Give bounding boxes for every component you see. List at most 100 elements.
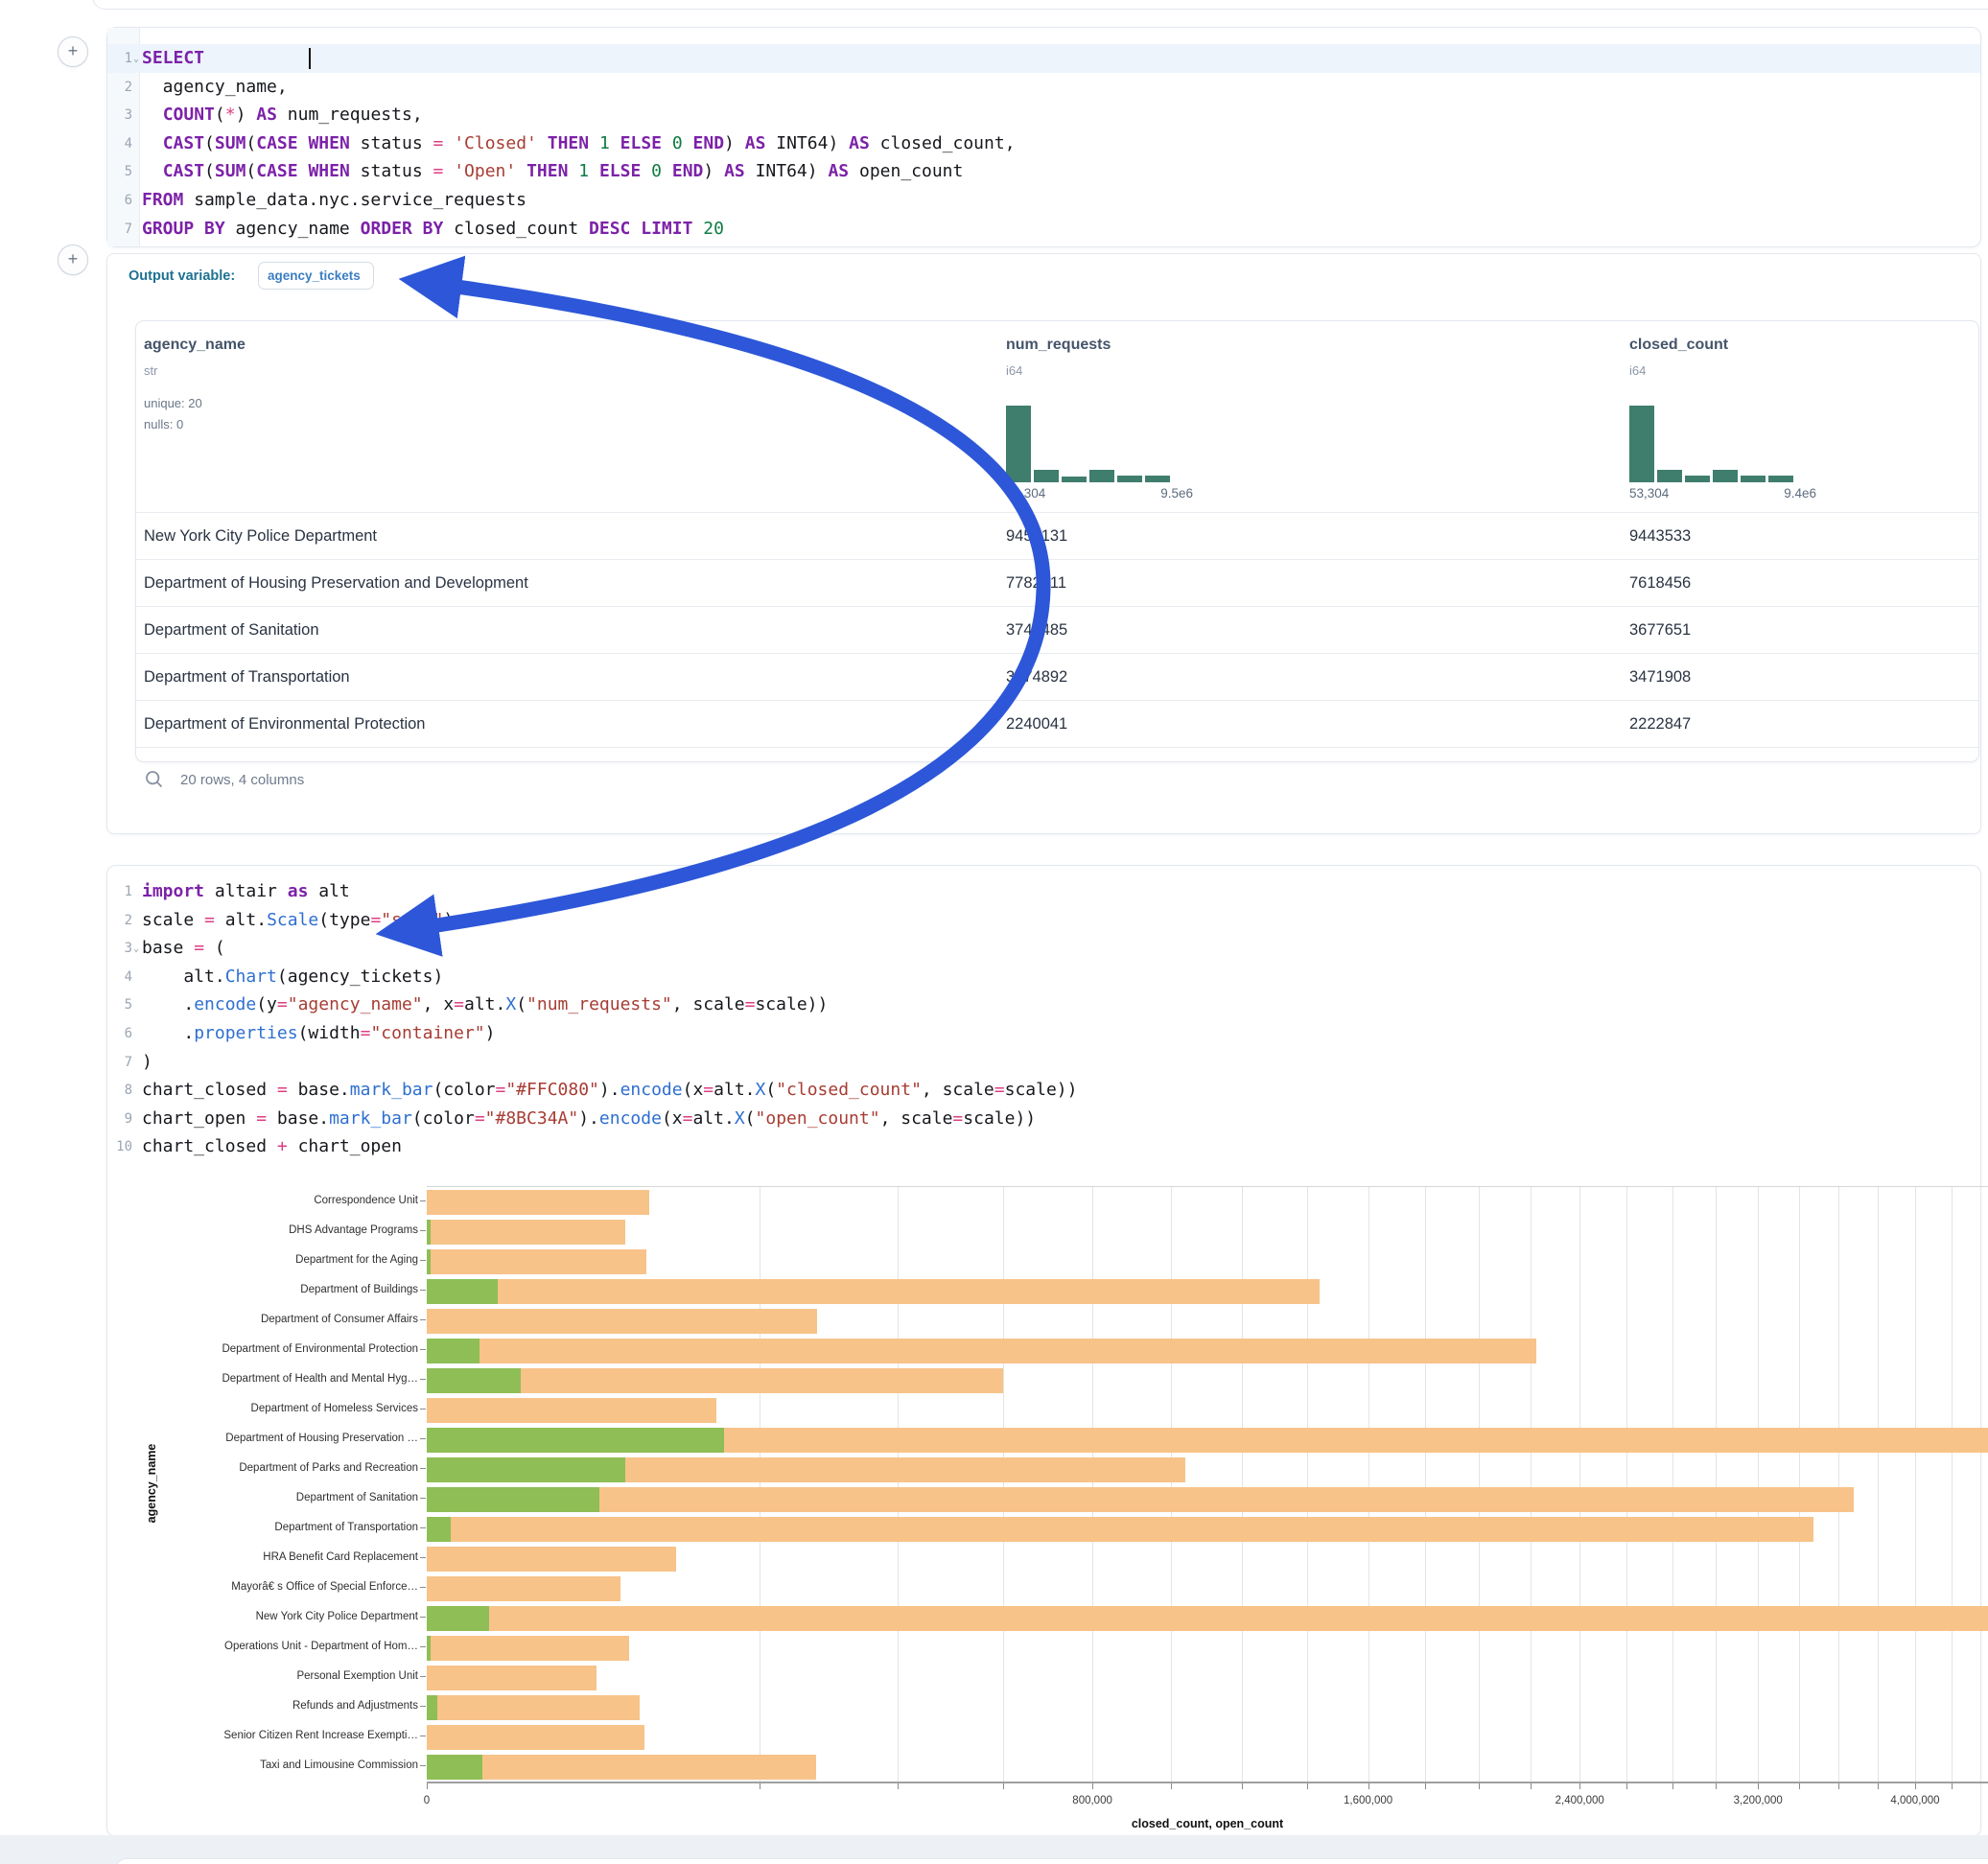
y-axis-tick — [420, 1765, 426, 1766]
code-line: 5 .encode(y="agency_name", x=alt.X("num_… — [107, 990, 1980, 1019]
y-axis-tick — [420, 1438, 426, 1439]
table-cell: Department of Sanitation — [144, 607, 319, 654]
y-axis-tick — [420, 1706, 426, 1707]
line-number: 1 — [107, 877, 132, 906]
histogram-bar — [1713, 470, 1738, 482]
y-axis-label: Taxi and Limousine Commission — [125, 1751, 418, 1781]
bar-closed-count — [427, 1695, 640, 1720]
sql-code-editor[interactable]: 1⌄SELECT 2 agency_name,3 COUNT(*) AS num… — [107, 28, 1980, 246]
x-axis-tick-label: 2,400,000 — [1555, 1795, 1604, 1806]
python-code-editor[interactable]: 1import altair as alt2scale = alt.Scale(… — [107, 866, 1980, 1173]
altair-chart-plot-area — [427, 1186, 1988, 1782]
add-cell-button[interactable]: + — [58, 245, 88, 275]
x-axis-tick — [1579, 1783, 1580, 1789]
x-axis-tick-label: 0 — [424, 1795, 430, 1806]
bar-closed-count — [427, 1279, 1320, 1304]
result-table: agency_namestrunique: 20nulls: 0num_requ… — [135, 320, 1979, 762]
x-axis-tick — [1307, 1783, 1308, 1789]
x-axis-tick — [1479, 1783, 1480, 1789]
y-axis-label: Department of Sanitation — [125, 1483, 418, 1513]
y-axis-label: Department of Homeless Services — [125, 1394, 418, 1424]
x-axis-line — [427, 1782, 1988, 1783]
y-axis-tick — [420, 1200, 426, 1201]
line-number: 5 — [107, 157, 132, 186]
code-line: 3 COUNT(*) AS num_requests, — [107, 101, 1980, 129]
table-cell: Department of Transportation — [144, 654, 350, 701]
gridline — [1003, 1187, 1004, 1782]
x-axis-tick-label: 1,600,000 — [1344, 1795, 1392, 1806]
gridline — [1672, 1187, 1673, 1782]
bar-closed-count — [427, 1517, 1813, 1542]
gridline — [1626, 1187, 1627, 1782]
x-axis-tick — [1672, 1783, 1673, 1789]
bar-closed-count — [427, 1339, 1536, 1363]
table-cell: 7782211 — [1006, 560, 1066, 607]
x-axis-tick — [1171, 1783, 1172, 1789]
x-axis-tick-label: 4,000,000 — [1890, 1795, 1939, 1806]
line-number: 8 — [107, 1076, 132, 1105]
y-axis-tick — [420, 1498, 426, 1499]
y-axis-tick — [420, 1260, 426, 1261]
column-type: i64 — [1006, 363, 1022, 378]
x-axis-tick — [1838, 1783, 1839, 1789]
column-header[interactable]: num_requests — [1006, 337, 1111, 354]
table-row: New York City Police Department945313194… — [136, 513, 1978, 560]
histogram-bar — [1768, 476, 1793, 482]
column-stat: nulls: 0 — [144, 417, 183, 431]
x-axis-tick — [427, 1783, 428, 1789]
row-divider — [136, 747, 1978, 748]
column-type: i64 — [1629, 363, 1646, 378]
line-number: 5 — [107, 990, 132, 1019]
output-variable-label: Output variable: — [129, 268, 235, 284]
histogram-bar — [1685, 476, 1710, 482]
code-line: 3⌄base = ( — [107, 934, 1980, 963]
sql-cell: 1⌄SELECT 2 agency_name,3 COUNT(*) AS num… — [106, 27, 1981, 247]
y-axis-label: Department of Transportation — [125, 1513, 418, 1543]
column-header[interactable]: closed_count — [1629, 337, 1728, 354]
y-axis-tick — [420, 1379, 426, 1380]
x-axis-tick — [1092, 1783, 1093, 1789]
bar-closed-count — [427, 1606, 1988, 1631]
y-axis-label: Department of Health and Mental Hyg… — [125, 1364, 418, 1394]
bar-open-count — [427, 1695, 437, 1720]
line-number: 4 — [107, 129, 132, 158]
x-axis-tick-label: 800,000 — [1072, 1795, 1112, 1806]
search-icon[interactable] — [145, 770, 164, 789]
x-axis-tick — [1758, 1783, 1759, 1789]
gridline — [1368, 1187, 1369, 1782]
y-axis-tick — [420, 1527, 426, 1528]
add-cell-button[interactable]: + — [58, 36, 88, 67]
x-axis-tick — [1878, 1783, 1879, 1789]
x-axis-tick — [1368, 1783, 1369, 1789]
next-cell-edge — [115, 1858, 1988, 1864]
x-axis-tick-label: 3,200,000 — [1734, 1795, 1783, 1806]
code-line: 1import altair as alt — [107, 877, 1980, 906]
bar-closed-count — [427, 1190, 649, 1215]
bar-closed-count — [427, 1636, 629, 1661]
histogram-bar — [1006, 406, 1031, 482]
gridline — [1242, 1187, 1243, 1782]
bar-open-count — [427, 1636, 431, 1661]
code-line: 4 CAST(SUM(CASE WHEN status = 'Closed' T… — [107, 129, 1980, 158]
gridline — [1758, 1187, 1759, 1782]
output-variable-pill[interactable]: agency_tickets — [258, 262, 374, 290]
y-axis-tick — [420, 1349, 426, 1350]
gridline — [1307, 1187, 1308, 1782]
bar-closed-count — [427, 1398, 716, 1423]
collapse-chevron-icon[interactable]: ⌄ — [133, 45, 139, 74]
y-axis-tick — [420, 1557, 426, 1558]
line-number: 10 — [107, 1132, 132, 1161]
y-axis-label: Senior Citizen Rent Increase Exempti… — [125, 1721, 418, 1751]
column-header[interactable]: agency_name — [144, 337, 246, 354]
gridline — [1171, 1187, 1172, 1782]
x-axis-tick — [1952, 1783, 1953, 1789]
gridline — [1915, 1187, 1916, 1782]
bar-open-count — [427, 1368, 521, 1393]
histogram-max-label: 9.5e6 — [1160, 486, 1193, 501]
bar-open-count — [427, 1428, 724, 1453]
table-shape-summary: 20 rows, 4 columns — [180, 772, 304, 788]
collapse-chevron-icon[interactable]: ⌄ — [133, 935, 139, 964]
bar-open-count — [427, 1487, 599, 1512]
bar-open-count — [427, 1457, 625, 1482]
y-axis-label: Refunds and Adjustments — [125, 1691, 418, 1721]
